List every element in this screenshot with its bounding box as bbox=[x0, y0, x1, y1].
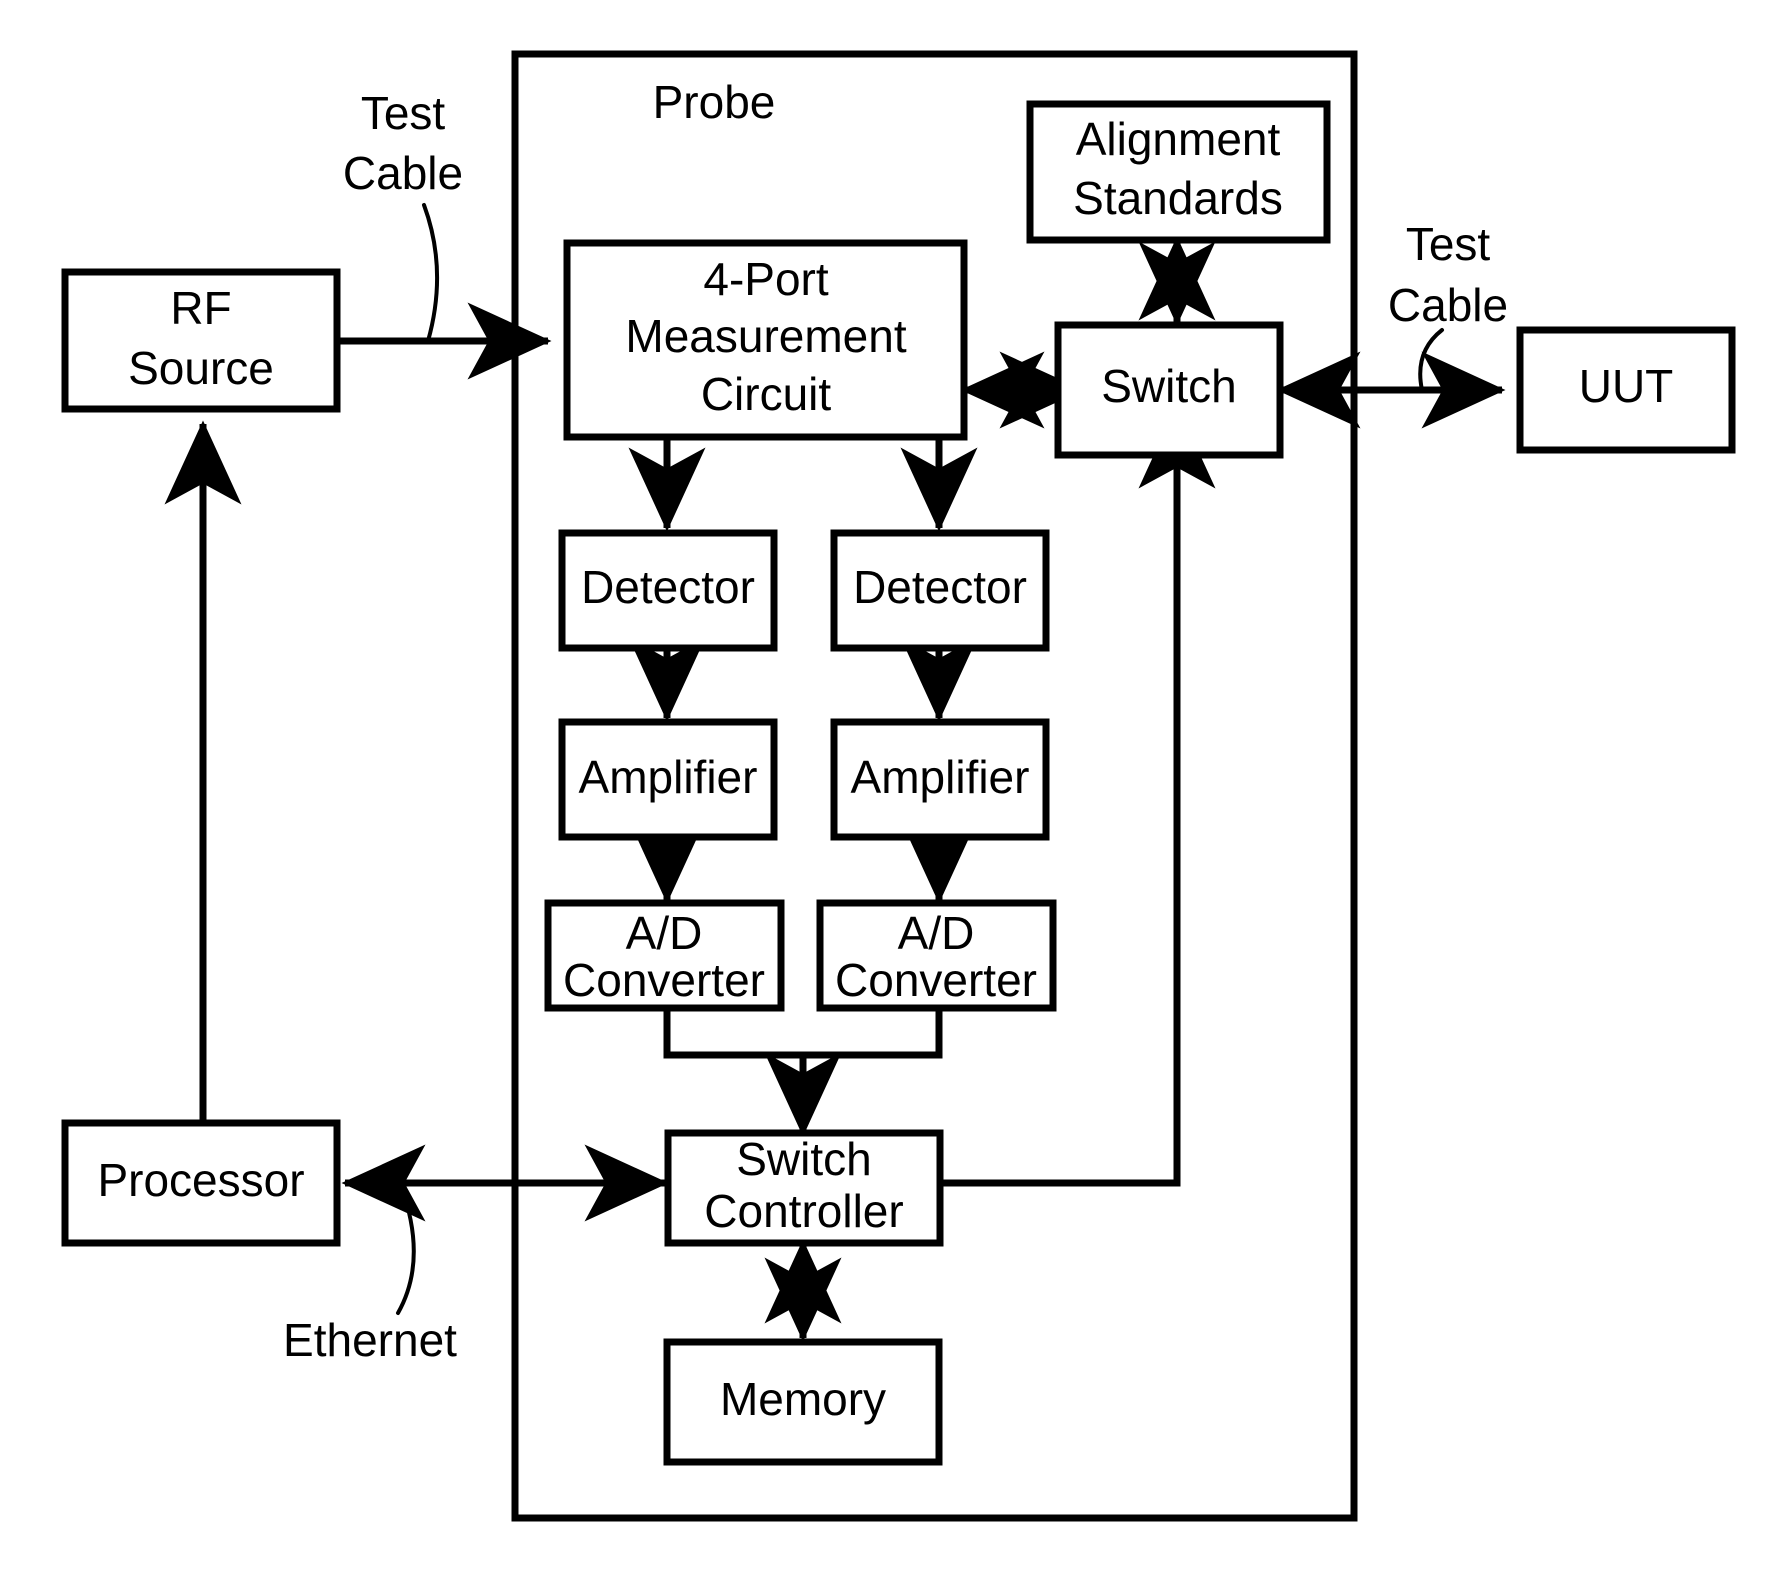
test-cable-right-leader bbox=[1418, 328, 1444, 392]
amplifier-right-label: Amplifier bbox=[851, 751, 1030, 803]
block-amplifier-right[interactable]: Amplifier bbox=[830, 718, 1050, 841]
detector-left-label: Detector bbox=[581, 561, 755, 613]
ad-converter-right-label-line2: Converter bbox=[835, 954, 1037, 1006]
four-port-label-line2: Measurement bbox=[625, 310, 906, 362]
detector-right-label: Detector bbox=[853, 561, 1027, 613]
test-cable-right-line2: Cable bbox=[1388, 279, 1508, 331]
diagram-canvas: Probe RF Source 4-Port Measurement Circu… bbox=[0, 0, 1782, 1570]
ad-converter-left-label-line1: A/D bbox=[626, 907, 703, 959]
memory-label: Memory bbox=[720, 1373, 886, 1425]
block-ad-converter-right[interactable]: A/D Converter bbox=[816, 899, 1057, 1012]
block-uut[interactable]: UUT bbox=[1516, 326, 1736, 454]
switch-controller-label-line1: Switch bbox=[736, 1133, 871, 1185]
switch-label: Switch bbox=[1101, 360, 1236, 412]
link-adconverters-merge bbox=[663, 1008, 943, 1059]
rf-source-label-line2: Source bbox=[128, 342, 274, 394]
block-switch[interactable]: Switch bbox=[1054, 321, 1284, 459]
block-detector-right[interactable]: Detector bbox=[830, 529, 1050, 652]
switch-controller-label-line2: Controller bbox=[704, 1185, 903, 1237]
block-diagram: Probe RF Source 4-Port Measurement Circu… bbox=[61, 50, 1736, 1522]
ethernet-leader bbox=[396, 1184, 416, 1315]
alignment-standards-label-line2: Standards bbox=[1073, 172, 1283, 224]
block-ad-converter-left[interactable]: A/D Converter bbox=[544, 899, 785, 1012]
rf-source-label-line1: RF bbox=[170, 282, 231, 334]
block-processor[interactable]: Processor bbox=[61, 1119, 341, 1247]
alignment-standards-label-line1: Alignment bbox=[1076, 113, 1281, 165]
test-cable-right-line1: Test bbox=[1406, 218, 1491, 270]
block-memory[interactable]: Memory bbox=[663, 1338, 943, 1466]
four-port-label-line3: Circuit bbox=[701, 368, 832, 420]
test-cable-left-leader bbox=[422, 203, 440, 343]
annotation-test-cable-left: Test Cable bbox=[343, 87, 463, 343]
block-switch-controller[interactable]: Switch Controller bbox=[664, 1129, 944, 1247]
amplifier-left-label: Amplifier bbox=[579, 751, 758, 803]
block-rf-source[interactable]: RF Source bbox=[61, 268, 341, 413]
block-four-port-measurement-circuit[interactable]: 4-Port Measurement Circuit bbox=[563, 239, 968, 441]
test-cable-left-line2: Cable bbox=[343, 147, 463, 199]
processor-label: Processor bbox=[97, 1154, 304, 1206]
block-amplifier-left[interactable]: Amplifier bbox=[558, 718, 778, 841]
ad-converter-left-label-line2: Converter bbox=[563, 954, 765, 1006]
four-port-label-line1: 4-Port bbox=[703, 253, 828, 305]
annotation-test-cable-right: Test Cable bbox=[1388, 218, 1508, 392]
block-alignment-standards[interactable]: Alignment Standards bbox=[1026, 100, 1331, 244]
ad-converter-right-label-line1: A/D bbox=[898, 907, 975, 959]
test-cable-left-line1: Test bbox=[361, 87, 446, 139]
uut-label: UUT bbox=[1579, 360, 1674, 412]
ethernet-label: Ethernet bbox=[283, 1314, 457, 1366]
block-detector-left[interactable]: Detector bbox=[558, 529, 778, 652]
probe-label: Probe bbox=[653, 76, 776, 128]
